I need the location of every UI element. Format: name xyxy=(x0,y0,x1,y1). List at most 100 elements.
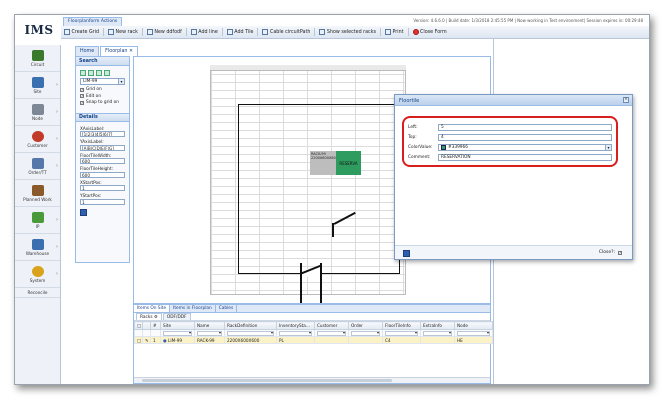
filter-input[interactable] xyxy=(194,329,225,337)
comment-input[interactable]: RESERVATION xyxy=(438,153,612,161)
close-icon[interactable]: ✕ xyxy=(129,49,133,54)
row-checkbox[interactable]: □ xyxy=(134,336,143,344)
close-form-icon xyxy=(412,29,419,35)
top-input[interactable]: 4 xyxy=(438,133,612,141)
horizontal-scrollbar[interactable] xyxy=(134,377,490,383)
new-ddfodf-button[interactable]: New ddfodf xyxy=(146,29,182,35)
column-header[interactable]: # xyxy=(150,321,161,330)
layout-icon[interactable] xyxy=(96,70,102,76)
refresh-icon[interactable] xyxy=(88,70,94,76)
app-window: IMS Version: 4.6.6.0 | Build date: 1/3/2… xyxy=(14,14,650,385)
add-line-button[interactable]: Add line xyxy=(190,29,218,35)
search-icons xyxy=(80,70,125,76)
filter-input[interactable] xyxy=(224,329,277,337)
row-edit-icon[interactable]: ✎ xyxy=(142,336,151,344)
racks-icon xyxy=(319,29,326,35)
checkbox-checked-icon: ✓ xyxy=(80,100,84,105)
tab-items-in-floorplan[interactable]: Items in Floorplan xyxy=(170,305,216,312)
site-select[interactable]: LIM-99 ▾ xyxy=(80,78,125,85)
snap-to-grid-checkbox[interactable]: ✓ Snap to grid on xyxy=(80,100,125,105)
xstartpos-input[interactable]: 1 xyxy=(80,185,125,191)
search-icon[interactable] xyxy=(80,70,86,76)
rack-item[interactable]: RACK-99 2200X600X600 xyxy=(310,151,338,175)
table-row[interactable]: □ ✎ 1 ● LIM-99 RACK-99 2200X600X600 PL C… xyxy=(134,336,493,344)
chevron-right-icon: › xyxy=(56,271,58,277)
floortile-width-input[interactable]: 600 xyxy=(80,158,125,164)
subtab-racks[interactable]: Racks ⚙ xyxy=(136,313,162,320)
wall-line[interactable] xyxy=(332,223,334,237)
yaxis-label-input[interactable]: [A|B|C|D|E|F|G] xyxy=(80,144,125,151)
nav-item-reconcile[interactable]: Reconcile xyxy=(15,288,60,298)
toolbar-separator xyxy=(379,28,381,36)
floortile-height-input[interactable]: 600 xyxy=(80,171,125,178)
nav-item-warehouse[interactable]: Warehouse › xyxy=(15,234,60,261)
field-label: YStartPos: xyxy=(80,193,102,198)
filter-input[interactable] xyxy=(160,329,195,337)
ystartpos-input[interactable]: 1 xyxy=(80,198,125,205)
nav-item-system[interactable]: System › xyxy=(15,261,60,288)
save-icon[interactable] xyxy=(403,250,410,257)
show-selected-racks-button[interactable]: Show selected racks xyxy=(319,29,376,35)
nav-item-planned-work[interactable]: Planned Work xyxy=(15,180,60,207)
nav-item-circuit[interactable]: Circuit xyxy=(15,45,60,72)
edit-on-checkbox[interactable]: ✓ Edit on xyxy=(80,94,125,99)
chevron-down-icon: ▾ xyxy=(605,144,611,150)
column-header[interactable]: RackDefinition xyxy=(224,321,277,330)
filter-input[interactable] xyxy=(276,329,315,337)
nav-item-ip[interactable]: IP › xyxy=(15,207,60,234)
floortile-dialog: Floortile × Left: 5 Top: 4 ColorValue: #… xyxy=(394,94,633,260)
filter-input[interactable] xyxy=(382,329,421,337)
close-form-button[interactable]: Close Form xyxy=(412,29,447,35)
column-header[interactable]: Customer xyxy=(314,321,349,330)
nav-item-order-tt[interactable]: Order/TT › xyxy=(15,153,60,180)
add-tile-button[interactable]: Add Tile xyxy=(226,29,253,35)
save-icon[interactable] xyxy=(80,208,87,216)
new-rack-button[interactable]: New rack xyxy=(108,29,138,35)
reserved-floortile[interactable]: RESERVA xyxy=(336,151,361,175)
close-icon[interactable]: × xyxy=(623,97,629,103)
table-cell: 2200X600X600 xyxy=(224,336,277,344)
close-checkbox[interactable]: Close?: ✓ xyxy=(599,250,622,255)
xaxis-label-input[interactable]: [1|2|3|4|5|6|7] xyxy=(80,131,125,137)
print-button[interactable]: Print xyxy=(384,29,404,35)
column-header[interactable]: ExtraInfo xyxy=(420,321,455,330)
tab-cables[interactable]: Cables xyxy=(216,305,238,312)
subtab-odf-ddf[interactable]: ODF/DDF xyxy=(162,313,191,320)
column-header xyxy=(142,321,151,330)
nav-item-site[interactable]: Site › xyxy=(15,72,60,99)
actions-tab[interactable]: Floorplanform Actions xyxy=(63,17,123,26)
tab-floorplan[interactable]: Floorplan ✕ xyxy=(100,46,139,56)
nav-item-customer[interactable]: Customer › xyxy=(15,126,60,153)
toolbar-separator xyxy=(257,28,259,36)
filter-icon[interactable] xyxy=(104,70,110,76)
scrollbar-thumb[interactable] xyxy=(142,379,392,382)
checkbox-checked-icon: ✓ xyxy=(80,94,84,98)
nav-item-node[interactable]: Node › xyxy=(15,99,60,126)
filter-input[interactable] xyxy=(454,329,493,337)
system-icon xyxy=(31,265,44,277)
column-header[interactable]: FloorTileInfo xyxy=(382,321,421,330)
field-label: XAxisLabel: xyxy=(80,125,105,131)
room-walls xyxy=(238,104,400,274)
tab-home[interactable]: Home xyxy=(75,46,100,56)
items-subtabs: Racks ⚙ ODF/DDF xyxy=(134,313,490,321)
filter-input[interactable] xyxy=(348,329,383,337)
color-select[interactable]: #339966 ▾ xyxy=(438,143,612,151)
create-grid-button[interactable]: Create Grid xyxy=(64,29,99,35)
column-header[interactable]: InventorySta... xyxy=(276,321,315,330)
column-header[interactable]: Order xyxy=(348,321,383,330)
dialog-title: Floortile × xyxy=(395,95,632,106)
column-header[interactable]: Node xyxy=(454,321,493,330)
filter-input[interactable] xyxy=(314,329,349,337)
left-input[interactable]: 5 xyxy=(438,123,612,131)
select-all-checkbox[interactable]: □ xyxy=(134,321,143,330)
table-cell: HE xyxy=(454,336,493,344)
column-header[interactable]: Name xyxy=(194,321,225,330)
filter-input[interactable] xyxy=(420,329,455,337)
cable-circuitpath-button[interactable]: Cable circuitPath xyxy=(262,29,310,35)
table-cell: 1 xyxy=(150,336,161,344)
details-panel-title: Details xyxy=(76,112,129,122)
column-header[interactable]: Site xyxy=(160,321,195,330)
grid-on-checkbox[interactable]: ✓ Grid on xyxy=(80,87,125,92)
tab-items-on-site[interactable]: Items On Site xyxy=(134,305,171,312)
